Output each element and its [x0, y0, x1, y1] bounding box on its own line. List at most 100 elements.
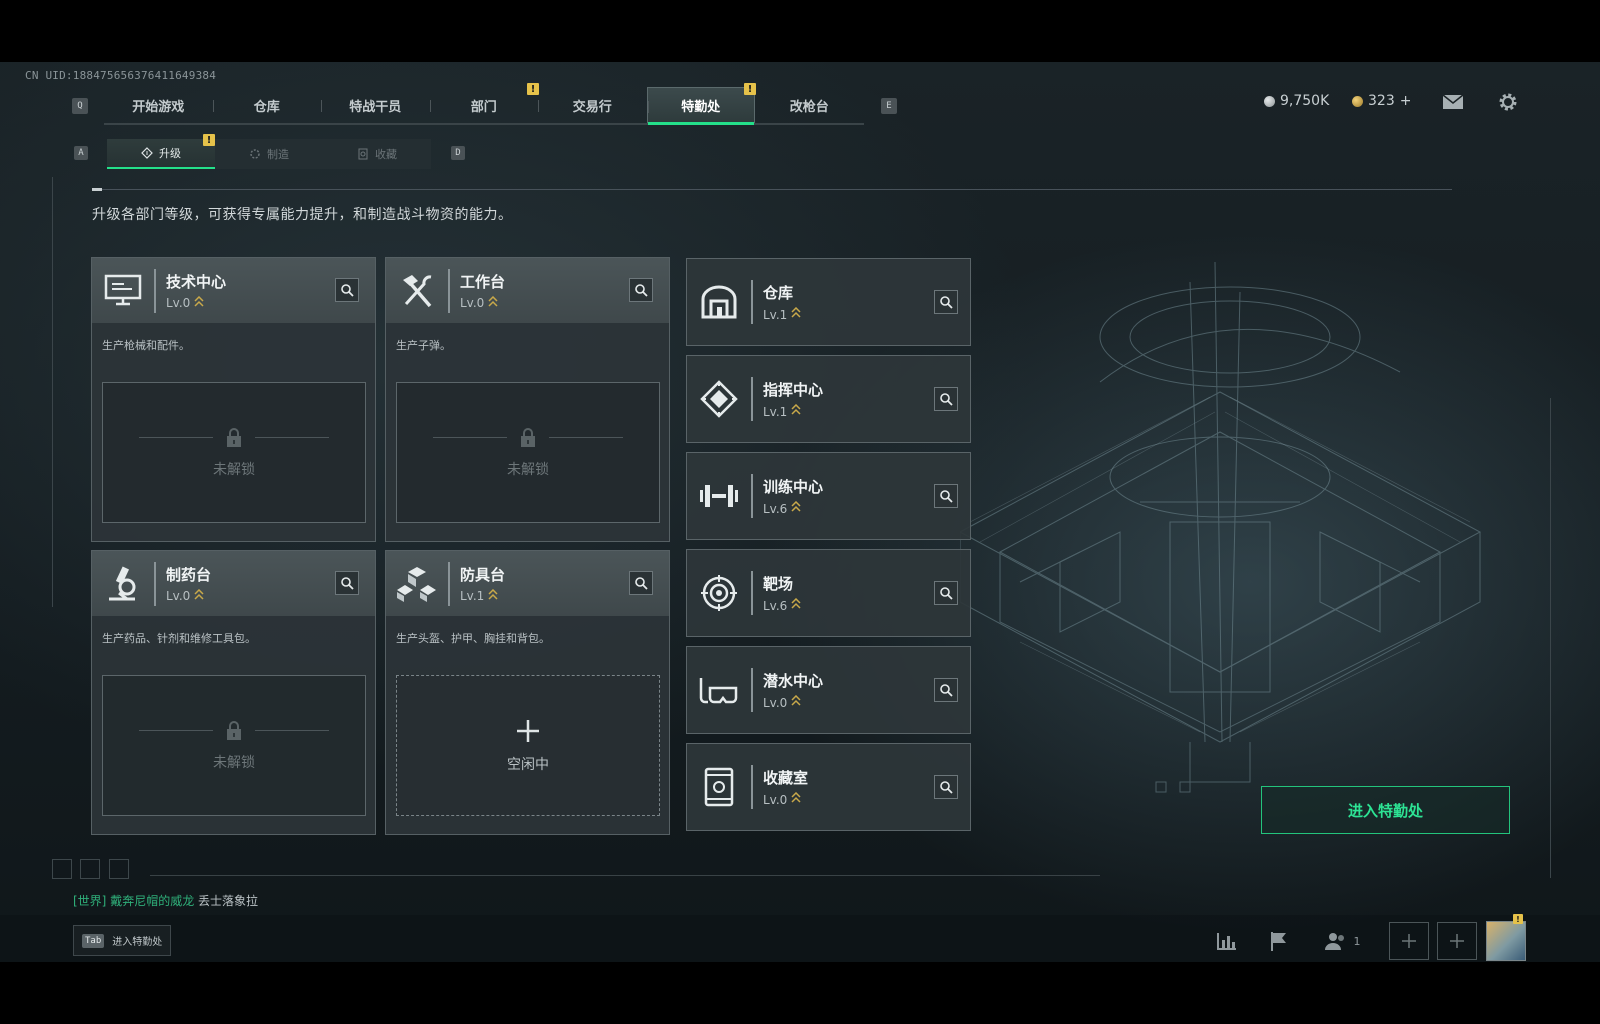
level-text: Lv.0 — [166, 296, 191, 310]
inspect-search-button[interactable] — [934, 290, 958, 314]
dept-level: Lv.6 — [763, 500, 823, 516]
mail-icon[interactable] — [1441, 90, 1465, 114]
subtab-upgrade[interactable]: 升级 — [107, 139, 215, 169]
dept-row-diving-center[interactable]: 潜水中心 Lv.0 — [686, 646, 971, 734]
upgrade-chevron-icon — [791, 694, 801, 710]
dept-row-collection-room[interactable]: 收藏室 Lv.0 — [686, 743, 971, 831]
cubes-icon — [386, 551, 448, 616]
dept-level: Lv.0 — [763, 791, 808, 807]
card-title: 工作台 — [460, 272, 506, 291]
slot-status: 未解锁 — [507, 461, 549, 478]
microscope-icon — [92, 551, 154, 616]
dept-row-command-center[interactable]: 指挥中心 Lv.1 — [686, 355, 971, 443]
tab-gunsmith[interactable]: 改枪台 — [755, 87, 864, 123]
inspect-search-button[interactable] — [335, 571, 359, 595]
card-header: 技术中心 Lv.0 — [92, 258, 375, 323]
inspect-search-button[interactable] — [629, 278, 653, 302]
tab-warehouse[interactable]: 仓库 — [212, 87, 322, 123]
slot-status: 空闲中 — [507, 756, 549, 773]
inspect-search-button[interactable] — [629, 571, 653, 595]
production-slot-locked: 未解锁 — [102, 382, 366, 523]
subtab-collection-label: 收藏 — [375, 148, 397, 161]
tab-special-ops[interactable]: 特勤处 — [646, 87, 755, 125]
gold-currency[interactable]: 323 + — [1352, 93, 1411, 109]
upgrade-chevron-icon — [194, 295, 204, 311]
inspect-search-button[interactable] — [934, 775, 958, 799]
nav-prev-key[interactable]: Q — [72, 98, 88, 114]
card-separator — [448, 268, 450, 313]
player-avatar[interactable] — [1486, 921, 1526, 961]
gold-coin-icon — [1352, 95, 1363, 107]
base-blueprint-illustration — [960, 261, 1482, 793]
slot-status: 未解锁 — [213, 754, 255, 771]
dept-level: Lv.6 — [763, 597, 801, 613]
tab-departments[interactable]: 部门 — [429, 87, 539, 123]
decorative-line — [1550, 398, 1551, 878]
dept-row-warehouse[interactable]: 仓库 Lv.1 — [686, 258, 971, 346]
invite-slot-button[interactable] — [1437, 922, 1477, 960]
invite-slot-button[interactable] — [1389, 922, 1429, 960]
tab-operators[interactable]: 特战干员 — [321, 87, 430, 123]
gold-add-button[interactable]: + — [1400, 93, 1412, 109]
craft-gear-icon — [250, 149, 260, 159]
subnav-next-key[interactable]: D — [451, 146, 465, 160]
flag-icon[interactable] — [1266, 924, 1292, 958]
subtab-collection[interactable]: 收藏 — [323, 139, 431, 169]
upgrade-chevron-icon — [488, 588, 498, 604]
dumbbell-icon — [687, 452, 751, 540]
card-title: 制药台 — [166, 565, 212, 584]
tab-start-game[interactable]: 开始游戏 — [104, 87, 213, 123]
card-separator — [751, 280, 753, 324]
upgrade-chevron-icon — [194, 588, 204, 604]
dept-card-pharmacy[interactable]: 制药台 Lv.0 生产药品、针剂和维修工具包。 未解锁 — [91, 550, 376, 835]
inspect-search-button[interactable] — [934, 484, 958, 508]
upgrade-chevron-icon — [791, 403, 801, 419]
upgrade-chevron-icon — [791, 597, 801, 613]
dept-title: 收藏室 — [763, 769, 809, 787]
dept-card-workbench[interactable]: 工作台 Lv.0 生产子弹。 未解锁 — [385, 257, 670, 542]
tab-shortcut-hint[interactable]: Tab 进入特勤处 — [73, 925, 171, 956]
level-text: Lv.0 — [166, 589, 191, 603]
dept-card-tech-center[interactable]: 技术中心 Lv.0 生产枪械和配件。 未解锁 — [91, 257, 376, 542]
inspect-search-button[interactable] — [934, 387, 958, 411]
nav-next-key[interactable]: E — [881, 98, 897, 114]
search-icon — [635, 284, 648, 297]
plus-icon — [1450, 934, 1464, 948]
team-icon — [1324, 933, 1344, 950]
inspect-search-button[interactable] — [934, 678, 958, 702]
dept-level: Lv.1 — [763, 403, 823, 419]
subtab-craft[interactable]: 制造 — [215, 139, 323, 169]
enter-special-ops-button[interactable]: 进入特勤处 — [1261, 786, 1510, 834]
settings-gear-icon[interactable] — [1496, 90, 1520, 114]
stats-chart-icon[interactable] — [1214, 924, 1240, 958]
inspect-search-button[interactable] — [934, 581, 958, 605]
production-slot-idle[interactable]: 空闲中 — [396, 675, 660, 816]
search-icon — [940, 684, 953, 697]
hammer-wrench-icon — [386, 258, 448, 323]
card-separator — [448, 561, 450, 606]
card-separator — [751, 765, 753, 809]
page-subtitle: 升级各部门等级，可获得专属能力提升，和制造战斗物资的能力。 — [92, 207, 513, 223]
chat-message[interactable]: [世界] 戴奔尼帽的威龙 丢士落象拉 — [73, 892, 258, 909]
decorative-square — [52, 859, 72, 879]
search-icon — [940, 587, 953, 600]
card-header: 防具台 Lv.1 — [386, 551, 669, 616]
level-text: Lv.0 — [763, 792, 788, 807]
inspect-search-button[interactable] — [335, 278, 359, 302]
collection-icon — [358, 148, 368, 160]
dept-card-armor-bench[interactable]: 防具台 Lv.1 生产头盔、护甲、胸挂和背包。 空闲中 — [385, 550, 670, 835]
search-icon — [940, 781, 953, 794]
dept-row-shooting-range[interactable]: 靶场 Lv.6 — [686, 549, 971, 637]
team-members[interactable]: 1 — [1322, 924, 1362, 958]
dept-row-training-center[interactable]: 训练中心 Lv.6 — [686, 452, 971, 540]
tab-trading[interactable]: 交易行 — [538, 87, 647, 123]
subnav-prev-key[interactable]: A — [74, 146, 88, 160]
level-text: Lv.6 — [763, 598, 788, 613]
card-level: Lv.1 — [460, 588, 505, 604]
dept-title: 指挥中心 — [763, 381, 824, 399]
chat-sender[interactable]: 戴奔尼帽的威龙 — [110, 894, 194, 908]
card-description: 生产子弹。 — [396, 339, 451, 352]
card-separator — [751, 377, 753, 421]
card-separator — [751, 571, 753, 615]
crosshair-icon — [687, 549, 751, 637]
